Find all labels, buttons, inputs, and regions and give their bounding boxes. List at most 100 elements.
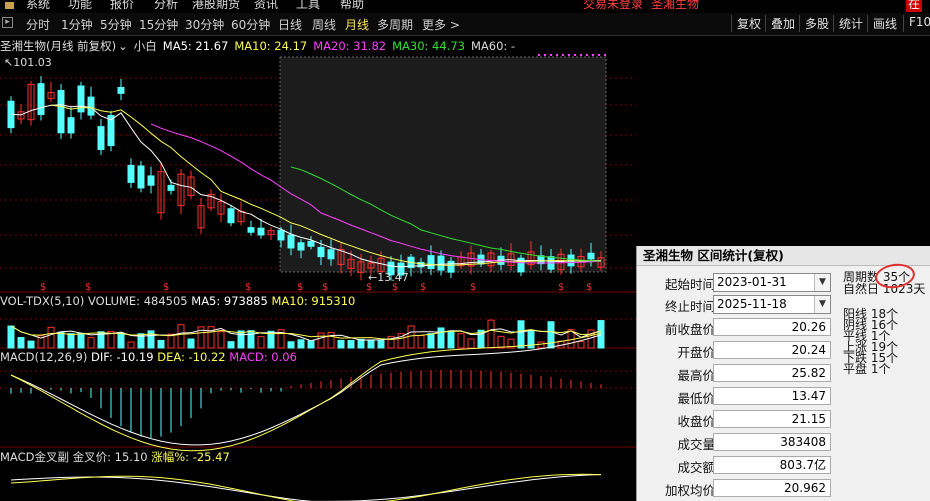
volume-bar: [127, 341, 135, 349]
dividend-marker: $: [85, 282, 91, 293]
dividend-marker: $: [297, 282, 303, 293]
volume-bar: [87, 337, 95, 349]
candle-body: [327, 249, 335, 260]
cross-line-fast: [10, 474, 602, 501]
volume-bar: [497, 335, 505, 349]
volume-bar: [187, 338, 195, 349]
macd-dif: DIF: -10.19: [91, 350, 154, 364]
dividend-marker: $: [558, 282, 564, 293]
candle-body: [437, 255, 445, 271]
volume-bar: [27, 340, 35, 349]
stat-value: 383408: [713, 433, 831, 451]
dividend-markers: $ $ $ $ $ $ $ $ $ $ $ $: [40, 282, 592, 293]
low-price-label: ←13.47: [368, 271, 409, 284]
stat-label: 开盘价: [677, 345, 715, 360]
stat-value: 25.82: [713, 364, 831, 382]
count-label: 平盘: [843, 362, 868, 376]
macd-cross-lines: [10, 473, 602, 501]
candle-body: [287, 234, 295, 249]
vol-indicator-name[interactable]: VOL-TDX(5,10): [0, 294, 84, 308]
candle-body: [137, 165, 145, 189]
candle-body: [127, 164, 135, 183]
volume-bar: [67, 333, 75, 349]
volume-bar: [177, 324, 185, 349]
start-time-select[interactable]: 2023-01-31 ▼: [713, 273, 831, 292]
volume-bar: [487, 319, 495, 349]
macd-cross-price: 金叉价: 15.10: [72, 450, 148, 464]
volume-bar: [157, 339, 165, 349]
vol-ma5: MA5: 973885: [191, 294, 268, 308]
volume-bar: [357, 338, 365, 349]
volume-bar: [537, 341, 545, 349]
volume-bar: [517, 320, 525, 349]
volume-bar: [407, 325, 415, 349]
volume-bar: [237, 330, 245, 349]
volume-bar: [47, 326, 55, 349]
end-time-value: 2025-11-18: [717, 297, 787, 311]
volume-bar: [437, 327, 445, 349]
candle-body: [587, 252, 595, 260]
end-time-select[interactable]: 2025-11-18 ▼: [713, 295, 831, 314]
candle-body: [247, 227, 255, 233]
stat-value: 20.962: [713, 479, 831, 497]
stat-label: 成交额: [677, 460, 715, 475]
candle-body: [307, 240, 315, 247]
volume-bar: [297, 339, 305, 349]
stat-value: 20.24: [713, 341, 831, 359]
candle-body: [427, 255, 435, 270]
macd-value: MACD: 0.06: [229, 350, 297, 364]
dividend-marker: $: [420, 282, 426, 293]
macd-cross-pct: 涨幅%: -25.47: [151, 450, 230, 464]
macd-dea: DEA: -10.22: [157, 350, 226, 364]
stat-value: 13.47: [713, 387, 831, 405]
end-time-label: 终止时间: [664, 299, 715, 314]
candle-body: [447, 260, 455, 273]
volume-bar: [57, 331, 65, 349]
stat-label: 最低价: [677, 391, 715, 406]
dividend-marker: $: [470, 282, 476, 293]
volume-bar: [457, 333, 465, 349]
high-price-label: ↖101.03: [4, 56, 52, 69]
candle-body: [277, 229, 285, 241]
stat-label: 最高价: [677, 368, 715, 383]
macd-legend: MACD(12,26,9) DIF: -10.19 DEA: -10.22 MA…: [0, 350, 297, 364]
stat-label: 成交量: [677, 437, 715, 452]
volume-bar: [287, 341, 295, 349]
volume-bar: [117, 332, 125, 349]
candle-body: [297, 242, 305, 251]
stat-value: 21.15: [713, 410, 831, 428]
dividend-marker: $: [163, 282, 169, 293]
volume-bar: [227, 341, 235, 349]
volume-bar: [377, 339, 385, 349]
candle-body: [257, 227, 265, 236]
cross-line-slow: [10, 473, 602, 501]
volume-bar: [417, 335, 425, 349]
candle-body: [37, 83, 45, 116]
volume-bar: [167, 333, 175, 349]
vol-ma10: MA10: 915310: [271, 294, 356, 308]
macd-histogram: [10, 370, 602, 438]
stat-value: 803.7亿: [713, 456, 831, 474]
volume-bar: [367, 339, 375, 349]
chevron-down-icon[interactable]: ▼: [814, 296, 830, 313]
start-time-label: 起始时间: [664, 277, 715, 292]
volume-bar: [547, 321, 555, 349]
macd-indicator-name[interactable]: MACD(12,26,9): [0, 350, 87, 364]
candle-body: [227, 208, 235, 224]
chevron-down-icon[interactable]: ▼: [814, 274, 830, 291]
dividend-marker: $: [40, 282, 46, 293]
volume-bar: [317, 332, 325, 349]
volume-bar: [427, 333, 435, 349]
volume-bar: [247, 330, 255, 349]
macd-cross-name[interactable]: MACD金叉副: [0, 450, 69, 464]
candle-body: [537, 255, 545, 265]
volume-bar: [577, 341, 585, 349]
candle-body: [167, 184, 175, 191]
dividend-marker: $: [245, 282, 251, 293]
volume-bar: [447, 330, 455, 349]
candle-body: [317, 246, 325, 258]
start-time-value: 2023-01-31: [717, 275, 787, 289]
volume-legend: VOL-TDX(5,10) VOLUME: 484505 MA5: 973885…: [0, 294, 355, 308]
selection-range[interactable]: [279, 56, 607, 273]
volume-bar: [597, 320, 605, 349]
